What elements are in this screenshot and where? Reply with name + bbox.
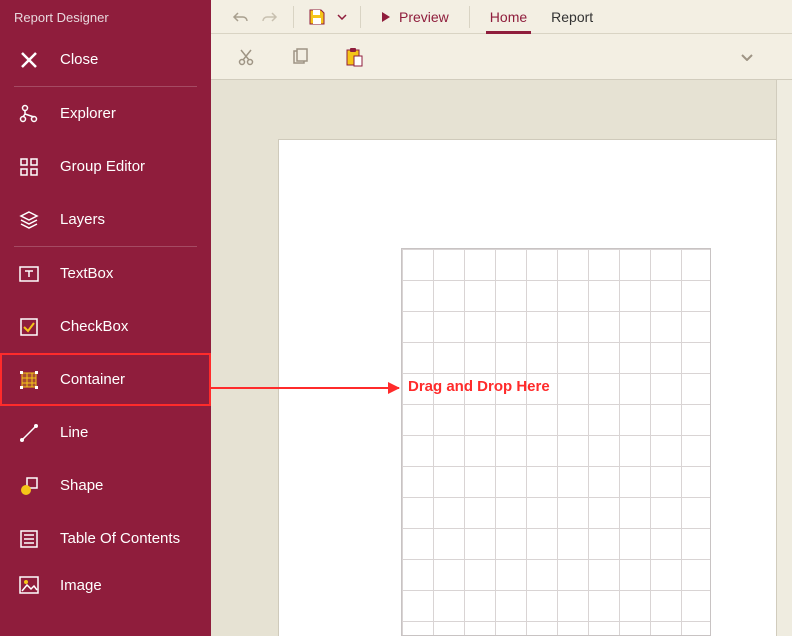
sidebar-item-label: Close	[60, 51, 98, 68]
table-of-contents-icon	[18, 528, 40, 550]
tab-label: Home	[490, 9, 527, 25]
vertical-scrollbar[interactable]	[776, 80, 792, 636]
toolbar-separator	[293, 6, 294, 28]
ribbon	[211, 34, 792, 80]
sidebar: Report Designer Close Explorer Group Edi…	[0, 0, 211, 636]
sidebar-item-explorer[interactable]: Explorer	[0, 87, 211, 140]
design-canvas[interactable]	[211, 80, 792, 636]
image-icon	[18, 574, 40, 596]
sidebar-item-label: Container	[60, 371, 125, 388]
toolbar-separator	[469, 6, 470, 28]
tab-report[interactable]: Report	[539, 0, 605, 34]
sidebar-item-label: TextBox	[60, 265, 113, 282]
container-icon	[18, 369, 40, 391]
line-icon	[18, 422, 40, 444]
undo-button[interactable]	[225, 0, 255, 34]
textbox-icon	[18, 263, 40, 285]
sidebar-item-label: Group Editor	[60, 158, 145, 175]
save-dropdown-button[interactable]	[332, 0, 352, 34]
sidebar-item-group-editor[interactable]: Group Editor	[0, 140, 211, 193]
sidebar-item-label: Explorer	[60, 105, 116, 122]
checkbox-icon	[18, 316, 40, 338]
sidebar-item-layers[interactable]: Layers	[0, 193, 211, 246]
tab-label: Report	[551, 9, 593, 25]
toolbar-separator	[360, 6, 361, 28]
annotation-label: Drag and Drop Here	[408, 378, 550, 395]
copy-button[interactable]	[285, 42, 315, 72]
sidebar-item-container[interactable]: Container	[0, 353, 211, 406]
save-button[interactable]	[302, 0, 332, 34]
sidebar-item-table-of-contents[interactable]: Table Of Contents	[0, 512, 211, 565]
sidebar-item-label: Shape	[60, 477, 103, 494]
tree-icon	[18, 103, 40, 125]
group-editor-icon	[18, 156, 40, 178]
annotation-arrow	[211, 387, 399, 389]
sidebar-item-label: Line	[60, 424, 88, 441]
close-icon	[18, 49, 40, 71]
sidebar-item-line[interactable]: Line	[0, 406, 211, 459]
cut-button[interactable]	[231, 42, 261, 72]
sidebar-item-textbox[interactable]: TextBox	[0, 247, 211, 300]
topbar: Preview Home Report	[211, 0, 792, 34]
sidebar-item-checkbox[interactable]: CheckBox	[0, 300, 211, 353]
play-icon	[381, 11, 391, 23]
redo-button[interactable]	[255, 0, 285, 34]
preview-label: Preview	[399, 9, 449, 25]
sidebar-item-label: Table Of Contents	[60, 530, 180, 547]
tab-home[interactable]: Home	[478, 0, 539, 34]
sidebar-item-label: Layers	[60, 211, 105, 228]
sidebar-item-shape[interactable]: Shape	[0, 459, 211, 512]
container-drop-zone[interactable]	[401, 248, 711, 636]
sidebar-item-image[interactable]: Image	[0, 565, 211, 605]
layers-icon	[18, 209, 40, 231]
sidebar-item-label: Image	[60, 577, 102, 594]
ribbon-expand-button[interactable]	[732, 42, 762, 72]
preview-button[interactable]: Preview	[369, 0, 461, 34]
shape-icon	[18, 475, 40, 497]
app-title: Report Designer	[0, 0, 211, 33]
sidebar-item-close[interactable]: Close	[0, 33, 211, 86]
paste-button[interactable]	[339, 42, 369, 72]
sidebar-item-label: CheckBox	[60, 318, 128, 335]
